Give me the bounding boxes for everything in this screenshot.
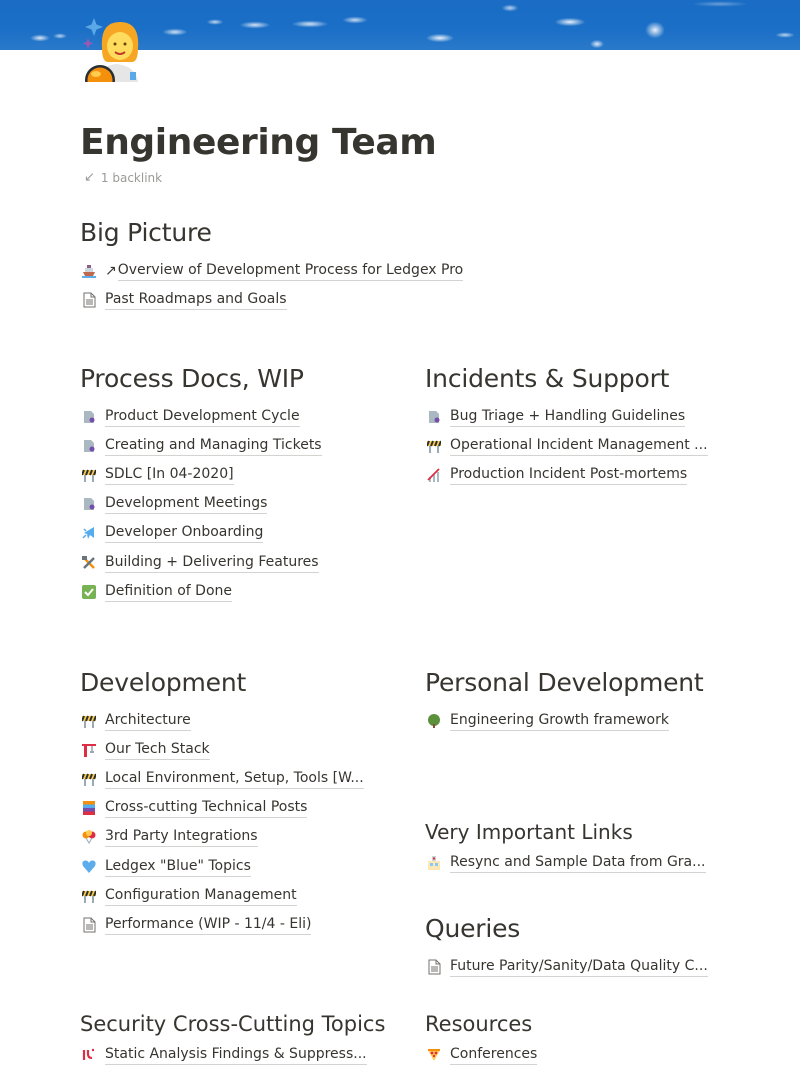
external-link-arrow-icon: ↗ — [105, 262, 117, 279]
page-icon — [425, 958, 443, 976]
link-engineering-growth-framework[interactable]: Engineering Growth framework — [425, 706, 765, 735]
arrow-down-left-icon: ↙ — [84, 170, 95, 185]
section-resources: Resources Conferences — [425, 1010, 765, 1069]
bookmark-page-icon — [425, 408, 443, 426]
link-sdlc[interactable]: SDLC [In 04-2020] — [80, 460, 410, 489]
books-icon — [80, 799, 98, 817]
backlinks-count: 1 backlink — [100, 170, 163, 185]
section-heading: Very Important Links — [425, 820, 633, 844]
page-icon — [80, 291, 98, 309]
link-cross-cutting-technical-posts[interactable]: Cross-cutting Technical Posts — [80, 794, 410, 823]
construction-icon — [425, 437, 443, 455]
link-product-development-cycle[interactable]: Product Development Cycle — [80, 402, 410, 431]
link-bug-triage[interactable]: Bug Triage + Handling Guidelines — [425, 402, 745, 431]
crane-icon — [80, 741, 98, 759]
section-queries: Queries Future Parity/Sanity/Data Qualit… — [425, 912, 765, 981]
bookmark-page-icon — [80, 437, 98, 455]
balloons-icon — [80, 828, 98, 846]
link-3rd-party-integrations[interactable]: 3rd Party Integrations — [80, 823, 410, 852]
link-our-tech-stack[interactable]: Our Tech Stack — [80, 735, 410, 764]
section-personal-development: Personal Development Engineering Growth … — [425, 666, 765, 735]
section-big-picture: Big Picture ↗ Overview of Development Pr… — [80, 216, 500, 314]
check-box-icon — [80, 583, 98, 601]
section-process-docs: Process Docs, WIP Product Development Cy… — [80, 362, 410, 606]
construction-icon — [80, 712, 98, 730]
link-development-meetings[interactable]: Development Meetings — [80, 490, 410, 519]
backlinks-button[interactable]: ↙ 1 backlink — [84, 170, 162, 185]
link-developer-onboarding[interactable]: Developer Onboarding — [80, 519, 410, 548]
section-heading: Process Docs, WIP — [80, 364, 304, 393]
link-resync-sample-data[interactable]: Resync and Sample Data from Gra... — [425, 848, 765, 877]
chart-increasing-icon — [425, 466, 443, 484]
link-ledgex-blue-topics[interactable]: Ledgex "Blue" Topics — [80, 852, 410, 881]
section-incidents-support: Incidents & Support Bug Triage + Handlin… — [425, 362, 745, 490]
section-security-topics: Security Cross-Cutting Topics Static Ana… — [80, 1010, 420, 1069]
link-creating-managing-tickets[interactable]: Creating and Managing Tickets — [80, 431, 410, 460]
link-building-delivering-features[interactable]: Building + Delivering Features — [80, 548, 410, 577]
link-future-parity-sanity-queries[interactable]: Future Parity/Sanity/Data Quality C... — [425, 952, 765, 981]
pizza-icon — [425, 1046, 443, 1064]
construction-icon — [80, 887, 98, 905]
page-icon — [80, 916, 98, 934]
link-production-incident-postmortems[interactable]: Production Incident Post-mortems — [425, 460, 745, 489]
section-heading: Queries — [425, 914, 521, 943]
ship-icon — [80, 262, 98, 280]
link-operational-incident-management[interactable]: Operational Incident Management ... — [425, 431, 745, 460]
construction-icon — [80, 466, 98, 484]
section-heading: Development — [80, 668, 247, 697]
airplane-icon — [80, 524, 98, 542]
section-heading: Resources — [425, 1012, 533, 1036]
bookmark-page-icon — [80, 408, 98, 426]
section-heading: Big Picture — [80, 218, 212, 247]
link-conferences[interactable]: Conferences — [425, 1040, 765, 1069]
section-very-important-links: Very Important Links Resync and Sample D… — [425, 818, 765, 877]
link-architecture[interactable]: Architecture — [80, 706, 410, 735]
section-heading: Incidents & Support — [425, 364, 670, 393]
section-heading: Security Cross-Cutting Topics — [80, 1012, 386, 1036]
link-performance[interactable]: Performance (WIP - 11/4 - Eli) — [80, 910, 410, 939]
security-alert-icon — [80, 1046, 98, 1064]
construction-icon — [80, 770, 98, 788]
woman-astronaut-icon[interactable] — [82, 14, 152, 82]
link-local-environment-setup[interactable]: Local Environment, Setup, Tools [W... — [80, 764, 410, 793]
section-heading: Personal Development — [425, 668, 704, 697]
tree-icon — [425, 712, 443, 730]
section-development: Development Architecture Our Tech Stack … — [80, 666, 410, 940]
link-overview-development-process[interactable]: ↗ Overview of Development Process for Le… — [80, 256, 500, 285]
link-definition-of-done[interactable]: Definition of Done — [80, 577, 410, 606]
bookmark-page-icon — [80, 495, 98, 513]
link-static-analysis-findings[interactable]: Static Analysis Findings & Suppress... — [80, 1040, 420, 1069]
page-title: Engineering Team — [80, 122, 437, 163]
link-past-roadmaps[interactable]: Past Roadmaps and Goals — [80, 285, 500, 314]
link-configuration-management[interactable]: Configuration Management — [80, 881, 410, 910]
hammer-wrench-icon — [80, 554, 98, 572]
building-icon — [425, 854, 443, 872]
blue-heart-icon — [80, 858, 98, 876]
